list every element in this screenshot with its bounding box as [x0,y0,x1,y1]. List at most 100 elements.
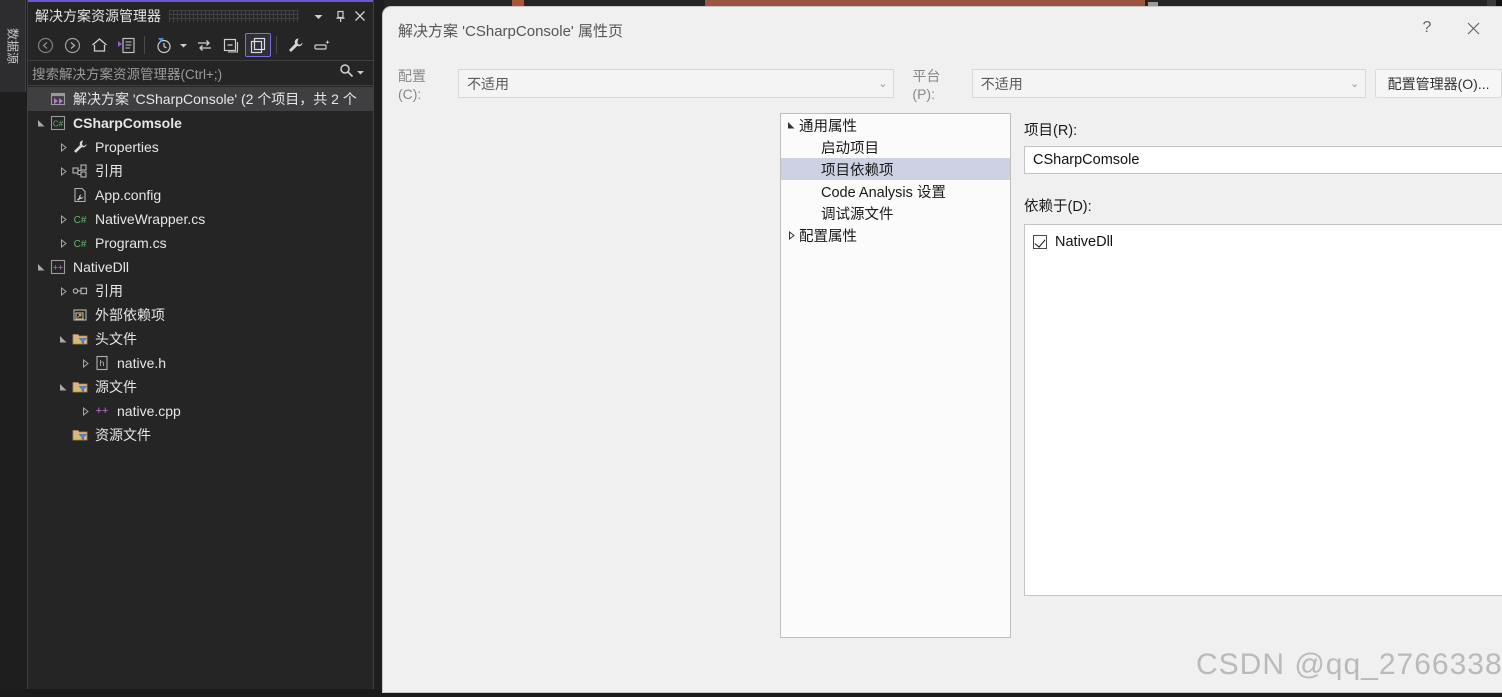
dialog-tree-item[interactable]: 启动项目 [781,136,1010,158]
search-placeholder: 搜索解决方案资源管理器(Ctrl+;) [32,67,223,82]
search-icon[interactable] [339,63,354,83]
tree-expander-icon[interactable] [34,119,48,128]
solution-tree-item-label: App.config [95,187,162,203]
solution-tree-item-label: 源文件 [95,379,137,395]
filter-folder-icon [70,331,90,347]
search-input[interactable]: 搜索解决方案资源管理器(Ctrl+;) [28,60,373,86]
tree-expander-icon[interactable] [783,121,799,130]
solution-tree-item[interactable]: ++ native.cpp [28,399,373,423]
dependencies-listbox[interactable]: NativeDll [1024,224,1502,596]
docked-tab-data-sources[interactable]: 数据源 [0,0,26,92]
dialog-tree-item-label: 项目依赖项 [821,162,894,179]
pending-changes-dropdown-icon[interactable] [177,33,190,57]
close-icon[interactable] [351,5,373,27]
config-select-value: 不适用 [467,75,510,92]
dialog-tree-item-label: 启动项目 [821,140,879,157]
solution-tree-item[interactable]: 源文件 [28,375,373,399]
cpp-file-icon: ++ [92,403,112,419]
search-dropdown-icon[interactable] [356,64,365,82]
solution-tree-item[interactable]: 引用 [28,159,373,183]
pin-icon[interactable] [329,5,351,27]
solution-tree-item[interactable]: ++ NativeDll [28,255,373,279]
solution-tree-item-label: NativeDll [73,259,130,275]
screen-root: 数据源 解决方案资源管理器 搜索解决方案资源管理器(Ctrl+;) 解决方案 '… [0,0,1502,697]
dialog-tree-item-label: 配置属性 [799,228,857,245]
solution-tree-item-label: 解决方案 'CSharpConsole' (2 个项目，共 2 个 [73,91,357,107]
solution-tree-item[interactable]: 解决方案 'CSharpConsole' (2 个项目，共 2 个 [28,87,373,111]
solution-tree-item[interactable]: Properties [28,135,373,159]
toolbar-separator [276,36,277,54]
solution-tree-item[interactable]: 资源文件 [28,423,373,447]
solution-tree-item[interactable]: h native.h [28,351,373,375]
configuration-manager-button[interactable]: 配置管理器(O)... [1375,69,1502,98]
project-label: 项目(R): [1024,123,1078,139]
solution-tree-item[interactable]: C# Program.cs [28,231,373,255]
dialog-tree-item[interactable]: Code Analysis 设置 [781,180,1010,202]
solution-tree-item[interactable]: 引用 [28,279,373,303]
dialog-tree-item[interactable]: 调试源文件 [781,202,1010,224]
solution-tree-item-label: NativeWrapper.cs [95,211,206,227]
csharp-file-icon: C# [70,235,90,251]
dialog-tree-item[interactable]: 配置属性 [781,224,1010,246]
solution-tree-item[interactable]: C# NativeWrapper.cs [28,207,373,231]
svg-text:++: ++ [53,263,64,273]
project-select[interactable]: CSharpComsole ⌄ [1024,146,1502,174]
solution-tree-item-label: native.h [117,355,167,371]
platform-select[interactable]: 不适用 ⌄ [971,69,1367,98]
titlebar-drag-handle[interactable] [169,10,299,22]
solution-tree-item[interactable]: App.config [28,183,373,207]
dependency-row[interactable]: NativeDll [1033,231,1502,253]
tree-expander-icon[interactable] [56,286,70,296]
solution-explorer-icon[interactable] [113,33,139,57]
tree-expander-icon[interactable] [783,230,799,240]
dialog-close-button[interactable] [1450,11,1496,45]
solution-explorer-toolbar [28,30,373,60]
config-select[interactable]: 不适用 ⌄ [458,69,895,98]
solution-tree-item[interactable]: 外部依赖项 [28,303,373,327]
tree-expander-icon[interactable] [56,383,70,392]
properties-icon[interactable] [282,33,308,57]
solution-tree-item-label: 资源文件 [95,427,151,443]
dialog-titlebar[interactable]: 解决方案 'CSharpConsole' 属性页 ? [383,7,1502,53]
tree-expander-icon[interactable] [56,238,70,248]
solution-tree-item[interactable]: 头文件 [28,327,373,351]
forward-icon[interactable] [59,33,85,57]
tree-expander-icon[interactable] [56,142,70,152]
svg-text:C#: C# [74,239,87,250]
solution-tree[interactable]: 解决方案 'CSharpConsole' (2 个项目，共 2 个 C# CShar… [28,87,373,689]
solution-explorer-titlebar: 解决方案资源管理器 [28,2,373,30]
home-icon[interactable] [86,33,112,57]
svg-text:C#: C# [53,120,64,129]
tree-expander-icon[interactable] [78,406,92,416]
tree-expander-icon[interactable] [56,335,70,344]
pending-changes-icon[interactable] [150,33,176,57]
dialog-category-tree[interactable]: 通用属性启动项目项目依赖项 Code Analysis 设置 调试源文件配置属性 [780,113,1011,638]
solution-explorer-title: 解决方案资源管理器 [35,8,161,24]
dependency-checkbox[interactable] [1033,235,1047,249]
platform-label: 平台(P): [912,67,941,102]
solution-tree-item[interactable]: C# CSharpComsole [28,111,373,135]
tree-expander-icon[interactable] [56,166,70,176]
solution-tree-item-label: 外部依赖项 [95,307,165,323]
docked-tab-label: 数据源 [5,27,19,65]
help-button[interactable]: ? [1404,11,1450,45]
tree-expander-icon[interactable] [56,214,70,224]
preview-selected-items-icon[interactable] [309,33,335,57]
platform-select-value: 不适用 [980,75,1023,92]
collapse-all-icon[interactable] [218,33,244,57]
dialog-tree-item[interactable]: 项目依赖项 [781,158,1010,180]
dialog-tree-item[interactable]: 通用属性 [781,114,1010,136]
solution-tree-item-label: 引用 [95,163,123,179]
svg-text:++: ++ [96,405,109,417]
tree-expander-icon[interactable] [34,263,48,272]
cpp-project-icon: ++ [48,259,68,275]
solution-tree-item-label: native.cpp [117,403,181,419]
back-icon[interactable] [32,33,58,57]
depends-on-label: 依赖于(D): [1024,199,1092,215]
csharp-file-icon: C# [70,211,90,227]
tree-expander-icon[interactable] [78,358,92,368]
solution-explorer-panel: 解决方案资源管理器 搜索解决方案资源管理器(Ctrl+;) 解决方案 'CSha… [27,0,374,689]
show-all-files-icon[interactable] [245,33,271,57]
chevron-down-icon[interactable] [307,5,329,27]
sync-with-active-document-icon[interactable] [191,33,217,57]
